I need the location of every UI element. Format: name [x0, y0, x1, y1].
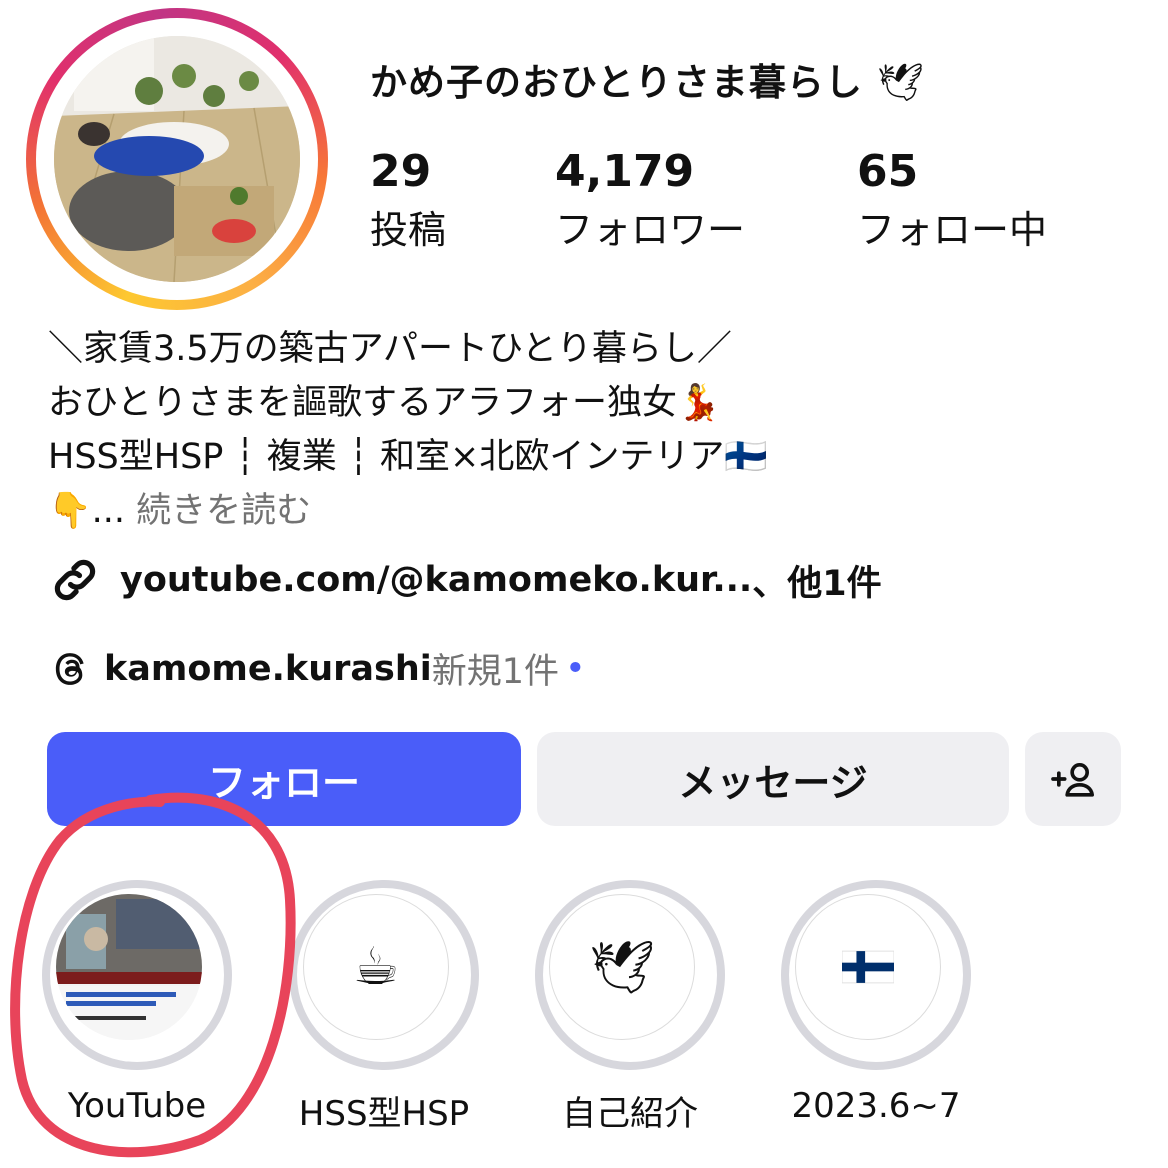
profile-bio: ＼家賃3.5万の築古アパートひとり暮らし／ おひとりさまを謳歌するアラフォー独女…	[48, 322, 768, 538]
profile-name: かめ子のおひとりさま暮らし 🕊	[370, 52, 925, 106]
stat-following[interactable]: 65 フォロー中	[857, 146, 1047, 254]
threads-handle: kamome.kurashi	[104, 648, 432, 689]
stat-following-count: 65	[857, 146, 919, 197]
finland-flag-icon	[842, 950, 894, 984]
avatar-photo	[54, 36, 300, 282]
message-button[interactable]: メッセージ	[537, 732, 1009, 826]
avatar-photo-illustration	[54, 36, 300, 282]
highlight-self-intro[interactable]: 🕊	[535, 880, 725, 1070]
bio-line: HSS型HSP ┆ 複業 ┆ 和室×北欧インテリア🇫🇮	[48, 437, 768, 477]
stat-followers[interactable]: 4,179 フォロワー	[555, 146, 745, 254]
stat-posts-label: 投稿	[370, 208, 447, 252]
threads-new-count: 新規1件	[431, 652, 560, 692]
add-person-icon	[1051, 763, 1094, 797]
stat-posts[interactable]: 29 投稿	[370, 146, 446, 254]
stat-followers-label: フォロワー	[555, 208, 746, 252]
coffee-cup-icon: ☕	[352, 937, 400, 997]
seagull-icon: 🕊	[876, 61, 925, 104]
threads-badge[interactable]: kamome.kurashi 新規1件 •	[48, 643, 586, 694]
link-url[interactable]: youtube.com/@kamomeko.kur...	[120, 560, 752, 600]
profile-name-text: かめ子のおひとりさま暮らし	[370, 61, 863, 104]
read-more-link[interactable]: 続きを読む	[136, 491, 311, 531]
bio-line: おひとりさまを謳歌するアラフォー独女💃	[48, 383, 721, 423]
stat-followers-count: 4,179	[555, 146, 695, 197]
stat-posts-count: 29	[370, 146, 432, 197]
link-icon	[54, 559, 96, 601]
bio-line: ＼家賃3.5万の築古アパートひとり暮らし／	[48, 329, 732, 369]
seagull-icon: 🕊	[588, 937, 655, 998]
threads-new-dot: •	[565, 648, 586, 689]
profile-links[interactable]: youtube.com/@kamomeko.kur... 、他1件	[48, 553, 882, 607]
highlight-label: 自己紹介	[562, 1094, 698, 1134]
highlight-2023[interactable]	[781, 880, 971, 1070]
profile-avatar[interactable]	[26, 8, 328, 310]
bio-line: 👇... 続きを読む	[48, 484, 768, 538]
annotation-circle	[10, 792, 296, 1158]
link-more[interactable]: 、他1件	[752, 555, 881, 606]
pointing-down-icon: 👇...	[48, 491, 137, 531]
threads-icon	[55, 652, 84, 685]
suggested-users-button[interactable]	[1025, 732, 1121, 826]
stat-following-label: フォロー中	[857, 208, 1048, 252]
highlight-label: 2023.6~7	[791, 1086, 961, 1126]
